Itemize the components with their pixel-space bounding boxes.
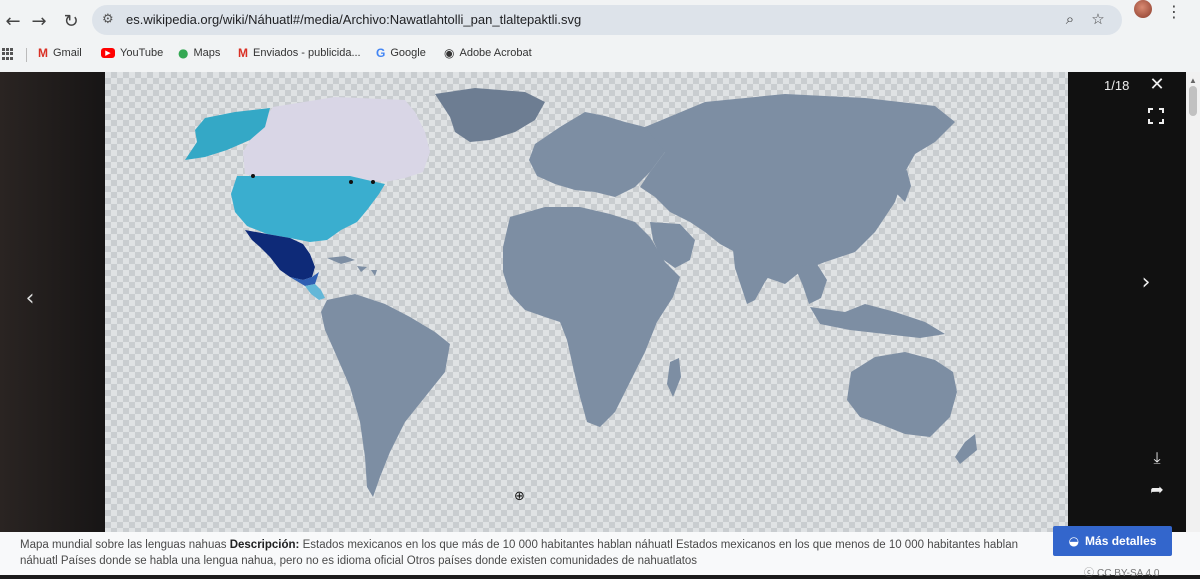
viewer-left-panel: ‹ (0, 72, 105, 532)
city-marker (349, 180, 353, 184)
bookmark-maps[interactable]: ● Maps (178, 44, 220, 62)
download-icon: ⤓ (1153, 448, 1161, 467)
google-icon: G (376, 46, 386, 60)
central-america-shape (305, 284, 325, 300)
bookmark-star-icon[interactable]: ☆ (1088, 10, 1108, 30)
wikipedia-icon: ◒ (1068, 534, 1080, 548)
arrow-right-icon: → (31, 10, 47, 32)
apps-grid-icon[interactable] (2, 48, 14, 60)
profile-avatar[interactable] (1134, 0, 1152, 18)
caption-title: Mapa mundial sobre las lenguas nahuas (20, 539, 227, 551)
japan-shape (895, 170, 911, 202)
reload-icon: ↻ (63, 10, 79, 32)
acrobat-icon: ◉ (444, 46, 455, 60)
address-bar[interactable]: ⚙ es.wikipedia.org/wiki/Náhuatl#/media/A… (92, 5, 1122, 35)
maps-pin-icon: ● (178, 46, 189, 60)
bookmark-google[interactable]: G Google (376, 44, 426, 62)
previous-image-button[interactable]: ‹ (20, 286, 40, 311)
viewer-right-panel: 1/18 ✕ › ⤓ ➦ (1068, 72, 1200, 532)
caption-bar: Mapa mundial sobre las lenguas nahuas De… (0, 526, 1200, 579)
share-button[interactable]: ➦ (1146, 480, 1168, 502)
image-canvas[interactable]: ⊕ (105, 72, 1068, 532)
media-viewer: ‹ ⊕ 1/18 ✕ › ⤓ ➦ ▲ Mapa mundial sobre la… (0, 72, 1200, 579)
bookmark-adobe-acrobat[interactable]: ◉ Adobe Acrobat (444, 44, 532, 62)
browser-chrome: ← → ↻ ⚙ es.wikipedia.org/wiki/Náhuatl#/m… (0, 0, 1200, 72)
bookmark-youtube[interactable]: ▶ YouTube (101, 44, 163, 62)
zoom-icon[interactable]: ⌕ (1060, 10, 1080, 30)
southeast-asia-shape (795, 264, 827, 304)
caribbean-islands-shape (327, 256, 377, 276)
australia-shape (847, 352, 957, 437)
madagascar-shape (667, 358, 681, 397)
greenland-shape (435, 88, 545, 142)
gmail-icon: M (238, 46, 248, 60)
image-counter: 1/18 (1104, 78, 1130, 93)
bookmarks-bar: M Gmail ▶ YouTube ● Maps M Enviados - pu… (0, 40, 1200, 68)
download-button[interactable]: ⤓ (1146, 448, 1168, 470)
chevron-left-icon: ‹ (25, 286, 35, 311)
indonesia-shape (810, 304, 945, 338)
scrollbar[interactable]: ▲ (1186, 72, 1200, 532)
close-icon: ✕ (1149, 74, 1165, 95)
creative-commons-icon: ⓒ (1084, 568, 1094, 579)
scrollbar-thumb[interactable] (1189, 86, 1197, 116)
city-marker (251, 174, 255, 178)
back-button[interactable]: ← (0, 8, 26, 34)
scroll-up-icon[interactable]: ▲ (1189, 76, 1197, 85)
world-map (185, 88, 977, 497)
zoom-in-cursor-icon: ⊕ (514, 489, 525, 504)
bookmark-gmail[interactable]: M Gmail (38, 44, 82, 62)
description-label: Descripción: (229, 539, 300, 551)
bookmark-enviados[interactable]: M Enviados - publicida... (238, 44, 361, 62)
close-button[interactable]: ✕ (1146, 74, 1168, 96)
reload-button[interactable]: ↻ (58, 8, 84, 34)
gmail-icon: M (38, 46, 48, 60)
more-details-button[interactable]: ◒ Más detalles (1053, 526, 1172, 556)
share-icon: ➦ (1150, 480, 1164, 499)
next-image-button[interactable]: › (1136, 270, 1156, 295)
url-text[interactable]: es.wikipedia.org/wiki/Náhuatl#/media/Arc… (126, 12, 581, 27)
caption-text: Mapa mundial sobre las lenguas nahuas De… (20, 537, 1040, 569)
arrow-left-icon: ← (5, 10, 21, 32)
chevron-right-icon: › (1141, 270, 1151, 295)
canada-shape (243, 97, 430, 182)
site-info-icon[interactable]: ⚙ (102, 12, 118, 28)
browser-menu-icon[interactable]: ⋮ (1166, 2, 1182, 22)
city-marker (371, 180, 375, 184)
youtube-icon: ▶ (101, 48, 115, 58)
new-zealand-shape (955, 434, 977, 464)
bookmarks-separator (26, 48, 27, 62)
license-badge[interactable]: ⓒ CC BY-SA 4.0 (1084, 564, 1159, 579)
forward-button[interactable]: → (26, 8, 52, 34)
fullscreen-icon[interactable] (1148, 108, 1164, 124)
south-america-shape (321, 294, 450, 497)
